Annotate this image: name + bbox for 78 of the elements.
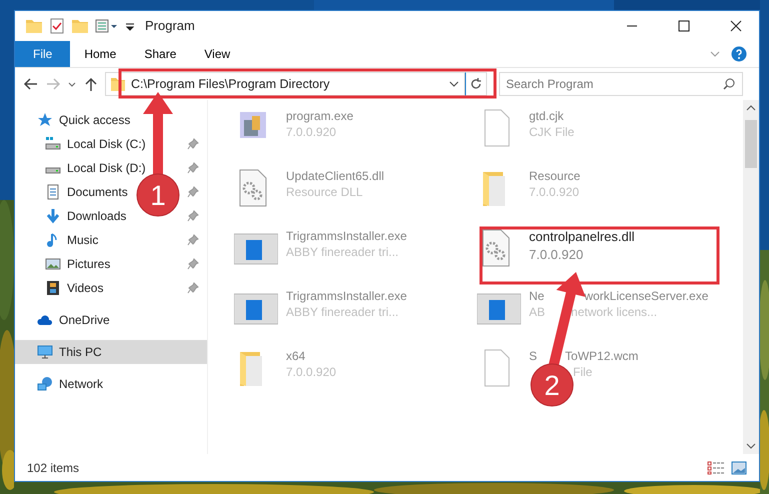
checklist-icon[interactable]: [49, 17, 65, 35]
file-detail: CJK File: [529, 124, 574, 140]
file-detail: AB: [529, 304, 546, 320]
file-name[interactable]: Ne: [529, 288, 544, 304]
scroll-down-icon[interactable]: [746, 442, 756, 450]
large-icons-view-icon[interactable]: [731, 460, 747, 474]
file-detail: network licens...: [571, 304, 658, 320]
sidebar-item: This PC: [59, 344, 102, 361]
scrollbar-thumb[interactable]: [745, 120, 757, 168]
file-name[interactable]: TrigrammsInstaller.exe: [286, 288, 407, 304]
scrollbar[interactable]: [743, 100, 759, 454]
step-number: 2: [544, 370, 560, 401]
ribbon-tab[interactable]: Home: [70, 41, 130, 67]
pin-icon[interactable]: [187, 162, 199, 174]
pin-icon[interactable]: [187, 210, 199, 222]
network-icon[interactable]: [37, 376, 53, 392]
details-view-icon[interactable]: [707, 460, 725, 474]
file-detail: Resource DLL: [286, 184, 364, 200]
maximize-icon: [678, 20, 690, 32]
film-icon[interactable]: [45, 280, 61, 296]
file-detail: ABBY finereader tri...: [286, 304, 400, 320]
file-name[interactable]: S: [529, 348, 538, 364]
monitor-icon[interactable]: [37, 344, 53, 360]
close-icon: [730, 20, 742, 32]
sidebar-item[interactable]: OneDrive: [59, 311, 110, 329]
pin-icon[interactable]: [187, 186, 199, 198]
help-icon[interactable]: [731, 46, 747, 62]
sidebar-item[interactable]: Downloads: [67, 207, 126, 225]
file-name[interactable]: Resource: [529, 168, 580, 184]
scroll-up-icon[interactable]: [746, 104, 756, 112]
pin-icon[interactable]: [187, 138, 199, 150]
sidebar-item[interactable]: Local Disk (C:): [67, 135, 146, 153]
file-detail: 7.0.0.920: [286, 364, 336, 380]
step-badge: [530, 364, 574, 406]
sidebar-item[interactable]: Quick access: [59, 111, 130, 129]
pictures-icon[interactable]: [45, 256, 61, 272]
ribbon-tab[interactable]: Share: [130, 41, 190, 67]
up-icon[interactable]: [83, 76, 99, 92]
document-icon[interactable]: [45, 184, 61, 200]
sidebar-item[interactable]: Pictures: [67, 255, 110, 273]
file-detail: 7.0.0.920: [529, 184, 580, 200]
address-bar[interactable]: C:\Program Files\Program Directory: [105, 72, 465, 96]
file-detail: File: [573, 364, 592, 380]
properties-icon[interactable]: [95, 17, 119, 35]
window-title: Program: [145, 17, 195, 36]
file-name[interactable]: program.exe: [286, 108, 354, 124]
sidebar-item[interactable]: Music: [67, 231, 98, 249]
file-name[interactable]: UpdateClient65.dll: [286, 168, 384, 184]
sidebar-item[interactable]: Documents: [67, 183, 128, 201]
ribbon-tab[interactable]: View: [190, 41, 244, 67]
drive-icon[interactable]: [45, 136, 61, 152]
file-name[interactable]: gtd.cjk: [529, 108, 574, 124]
star-icon[interactable]: [37, 112, 53, 128]
pin-icon[interactable]: [187, 234, 199, 246]
file-name[interactable]: ToWP12.wcm: [565, 348, 638, 364]
step-badge: [136, 174, 180, 216]
file-detail: 7.0.0.920: [529, 246, 584, 264]
sidebar-item[interactable]: Local Disk (D:): [67, 159, 146, 177]
selected-row[interactable]: This PC: [15, 340, 207, 364]
search-field[interactable]: Search Program: [499, 72, 743, 96]
sidebar-item[interactable]: Network: [59, 375, 104, 393]
file-name[interactable]: TrigrammsInstaller.exe: [286, 228, 407, 244]
sidebar-item[interactable]: Videos: [67, 279, 104, 297]
item-count: 102 items: [27, 460, 80, 476]
file-detail: ABBY finereader tri...: [286, 244, 400, 260]
file-name[interactable]: workLicenseServer.exe: [584, 288, 708, 304]
pin-icon[interactable]: [187, 282, 199, 294]
file-menu-button[interactable]: File: [15, 41, 70, 67]
refresh-icon: [470, 78, 482, 90]
back-icon[interactable]: [23, 76, 39, 92]
download-icon[interactable]: [45, 208, 61, 224]
step-number: 1: [150, 180, 166, 211]
file-name[interactable]: x64: [286, 348, 336, 364]
file-name[interactable]: controlpanelres.dll: [529, 228, 635, 246]
pin-icon[interactable]: [187, 258, 199, 270]
refresh-button[interactable]: [465, 72, 487, 96]
file-detail: 7.0.0.920: [286, 124, 338, 140]
search-icon: [723, 78, 735, 90]
